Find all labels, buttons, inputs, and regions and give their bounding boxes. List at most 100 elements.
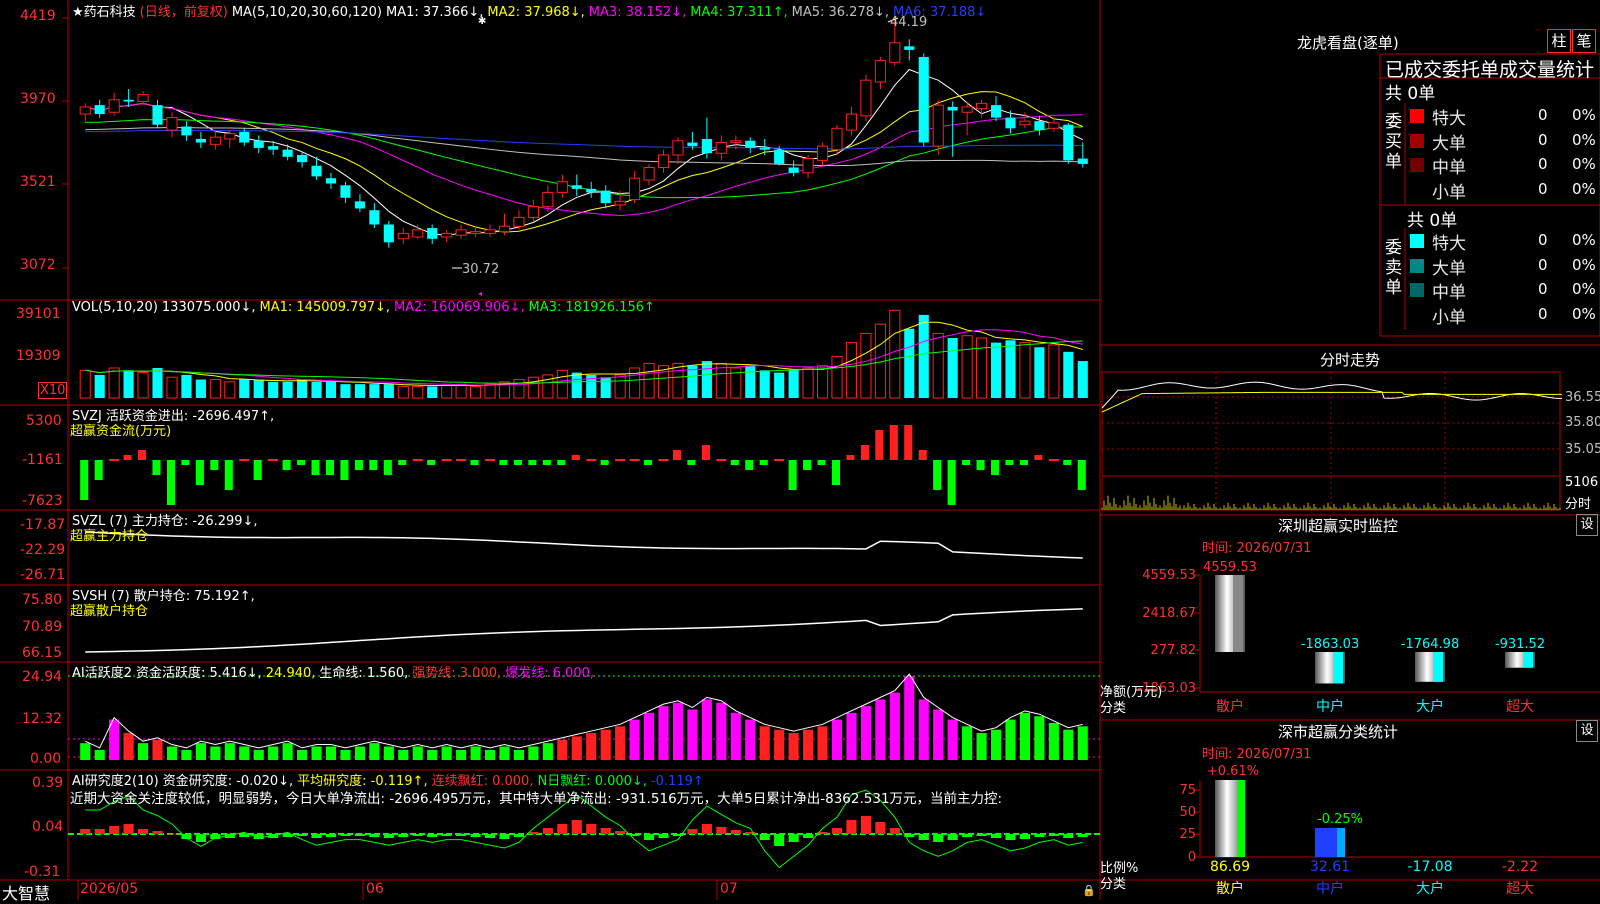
- candle-body: [976, 102, 988, 110]
- svzl-tick-1: -17.87: [20, 517, 66, 533]
- svzj-tick-1: 5300: [26, 413, 62, 429]
- candle-body: [831, 127, 843, 151]
- fund-flow-bar: [774, 459, 785, 461]
- activity-bar: [1048, 722, 1059, 760]
- ai-name[interactable]: AI活跃度2: [72, 666, 132, 681]
- fund-flow-bar: [846, 455, 855, 460]
- svzj-sub: 超赢资金流(万元): [70, 424, 172, 439]
- scroll-marker: ◂: [478, 289, 482, 298]
- classify-settings-button[interactable]: 设: [1576, 720, 1598, 742]
- candle-body: [354, 201, 365, 209]
- volume-bar: [745, 365, 756, 398]
- volume-bar: [239, 379, 250, 398]
- fund-flow-bar: [253, 460, 262, 480]
- dragon-tiger-title: 龙虎看盘(逐单): [1297, 34, 1399, 52]
- fund-flow-bar: [210, 460, 219, 470]
- research-bar: [239, 834, 250, 837]
- fund-flow-bar: [94, 460, 103, 480]
- tab-bar-view[interactable]: 柱: [1547, 29, 1571, 53]
- activity-bar: [571, 736, 582, 760]
- candle-body: [527, 206, 539, 218]
- activity-bar: [1034, 716, 1045, 760]
- monitor-cat-3: 超大: [1506, 699, 1534, 715]
- ma2-value: MA2: 37.968↓,: [487, 5, 585, 20]
- activity-bar: [716, 702, 727, 760]
- vol-ma2: MA2: 160069.906↓,: [394, 300, 525, 315]
- ma-params[interactable]: MA(5,10,20,30,60,120): [232, 5, 382, 20]
- candle-body: [297, 155, 308, 163]
- vol-params[interactable]: VOL(5,10,20): [72, 300, 158, 315]
- fund-flow-bar: [499, 460, 508, 465]
- monitor-bar-accent-0: [1233, 575, 1243, 652]
- buy-row-pct-3: 0%: [1572, 179, 1596, 198]
- activity-bar: [325, 746, 337, 760]
- monitor-settings-button[interactable]: 设: [1576, 514, 1598, 536]
- volume-bar: [412, 385, 424, 399]
- ai2-note: 近期大资金关注度较低，明显弱势，今日大单净流出: -2696.495万元，其中特…: [70, 791, 1003, 807]
- research-bar: [571, 820, 582, 834]
- candle-body: [701, 138, 712, 154]
- ai-level: 24.940,: [265, 666, 316, 681]
- classify-tick-2: 25: [1179, 827, 1196, 842]
- chart-mode[interactable]: (日线，前复权): [140, 5, 228, 20]
- volume-bar: [383, 384, 394, 398]
- volume-bar: [672, 362, 684, 399]
- fund-flow-bar: [831, 460, 841, 485]
- monitor-bar-label-0: 4559.53: [1203, 560, 1257, 575]
- research-bar: [311, 834, 322, 838]
- volume-bar: [268, 381, 279, 398]
- activity-bar: [282, 743, 293, 760]
- volume-bar: [470, 385, 482, 399]
- activity-bar: [803, 729, 814, 760]
- activity-bar: [990, 729, 1002, 760]
- ma5-value: MA5: 36.278↓,: [791, 5, 890, 20]
- fund-flow-bar: [672, 450, 682, 460]
- volume-bar: [325, 381, 337, 398]
- price-tick-4: 3072: [20, 257, 56, 273]
- fund-flow-bar: [716, 459, 727, 461]
- candle-body: [614, 200, 626, 206]
- classify-cat-1: 中户: [1316, 880, 1344, 897]
- activity-bar: [427, 749, 438, 760]
- fund-flow-bar: [166, 460, 176, 505]
- candle-body: [484, 229, 496, 234]
- lock-icon[interactable]: 🔒: [1082, 884, 1096, 897]
- candle-body: [802, 158, 814, 174]
- volume-bar: [918, 314, 929, 398]
- monitor-tick-1: 2418.67: [1142, 606, 1196, 621]
- candle-body: [1048, 122, 1060, 129]
- candle-body: [1063, 124, 1074, 161]
- activity-bar: [846, 712, 857, 760]
- buy-row-count-3: 0: [1538, 179, 1548, 198]
- activity-bar: [499, 746, 510, 760]
- fund-flow-bar: [325, 460, 335, 475]
- activity-bar: [889, 692, 900, 760]
- activity-bar: [268, 746, 279, 760]
- ai-activity: 资金活跃度: 5.416↓,: [136, 666, 262, 681]
- volume-bar: [643, 362, 655, 399]
- fund-flow-bar: [788, 460, 797, 490]
- buy-row-pct-0: 0%: [1572, 106, 1596, 124]
- research-bar: [947, 834, 958, 840]
- activity-bar: [311, 746, 322, 760]
- research-bar: [803, 834, 814, 838]
- volume-bar: [759, 370, 770, 398]
- stock-name[interactable]: ★药石科技: [72, 5, 136, 20]
- research-bar: [557, 824, 568, 834]
- research-bar: [195, 834, 206, 842]
- intraday-price-3: 35.05: [1565, 442, 1600, 457]
- activity-bar: [962, 726, 973, 760]
- volume-bar: [687, 365, 698, 398]
- candle-body: [137, 93, 149, 103]
- candle-body: [672, 140, 684, 156]
- activity-bar: [224, 743, 235, 760]
- classify-value-0: 86.69: [1210, 859, 1250, 875]
- fund-flow-bar: [1048, 459, 1059, 461]
- candle-body: [268, 146, 279, 150]
- fund-flow-bar: [181, 460, 190, 465]
- main-holding-line: [85, 531, 1083, 559]
- candle-body: [181, 126, 192, 136]
- tab-tick-view[interactable]: 笔: [1572, 29, 1596, 53]
- retail-holding-line: [85, 608, 1083, 653]
- activity-bar: [875, 699, 886, 760]
